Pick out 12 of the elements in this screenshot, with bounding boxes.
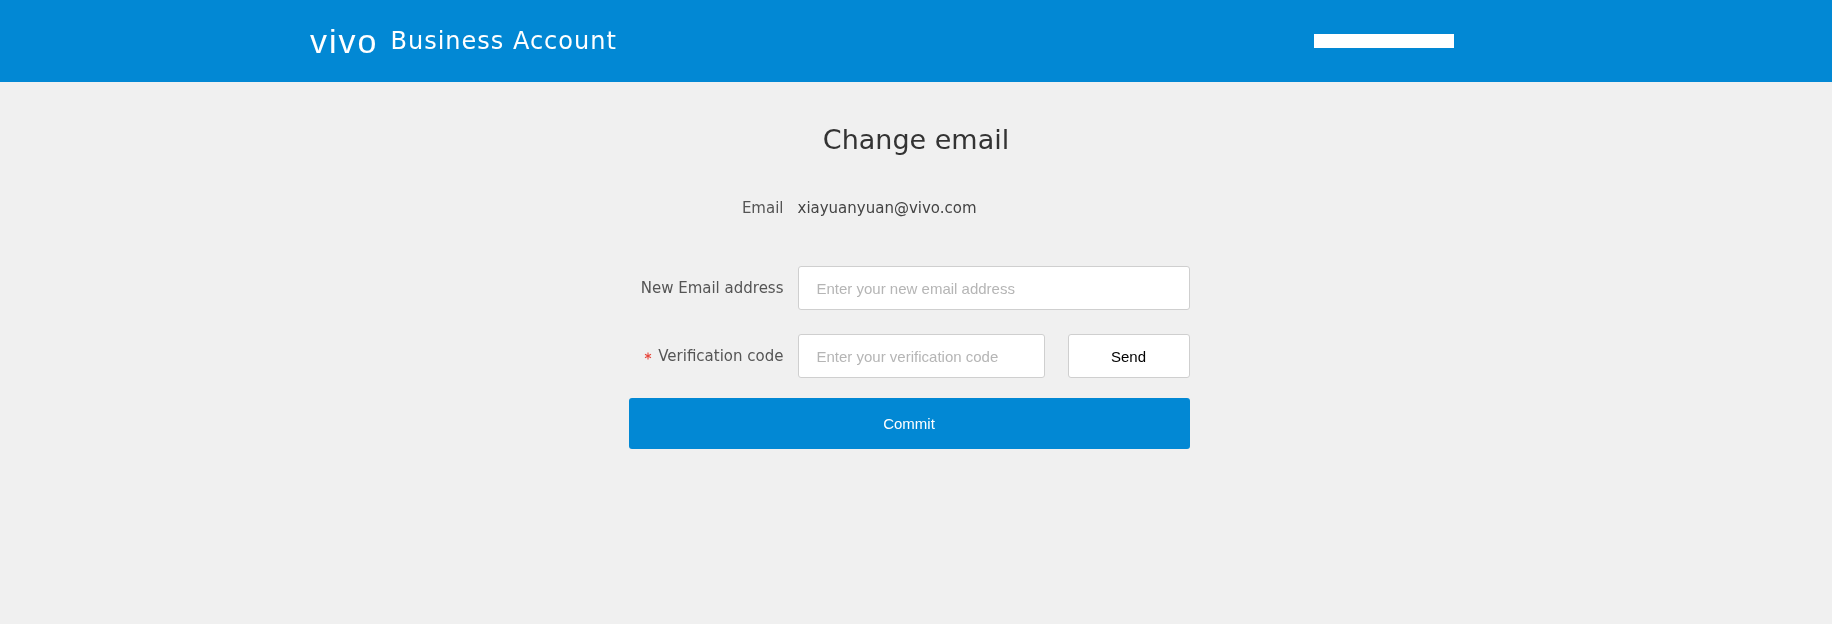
field-label: New Email address [640, 279, 784, 298]
commit-button[interactable]: Commit [628, 398, 1190, 450]
asterisk-icon [644, 352, 653, 361]
app-title: Business Account [390, 27, 617, 55]
field-label: Verification code [658, 347, 784, 366]
send-button[interactable]: Send [1067, 334, 1190, 379]
email-value: xiayuanyuan@vivo.com [797, 199, 977, 218]
logo: vivo [310, 24, 379, 58]
input-field[interactable]: Enter your new email address [797, 266, 1190, 311]
page-title: Change email [822, 124, 1010, 157]
field-label: Email [740, 199, 784, 218]
input-field[interactable]: Enter your verification code [797, 334, 1045, 379]
